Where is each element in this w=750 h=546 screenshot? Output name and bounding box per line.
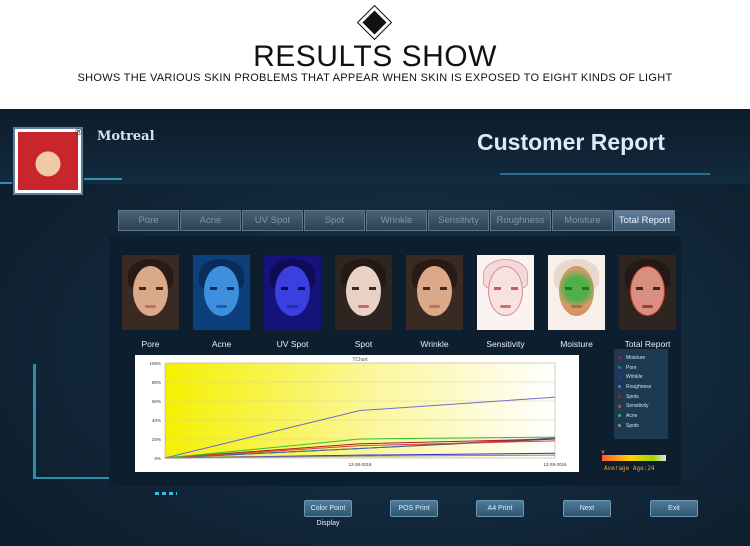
banner-subtitle: SHOWS THE VARIOUS SKIN PROBLEMS THAT APP… — [77, 72, 673, 84]
legend-label: Roughness — [626, 383, 652, 390]
tab-bar: Pore Acne UV Spot Spot Wrinkle Sensitivt… — [118, 210, 675, 231]
exit-button[interactable]: Exit — [650, 500, 698, 517]
y-tick-label: 60% — [152, 399, 161, 404]
face-image — [264, 255, 321, 330]
face-image — [122, 255, 179, 330]
face-label: Wrinkle — [420, 339, 449, 349]
legend-item: Moisture — [618, 353, 664, 363]
face-card-total-report[interactable]: Total Report — [619, 255, 676, 349]
tab-roughness[interactable]: Roughness — [490, 210, 551, 231]
chart-legend: Moisture Pore Wrinkle Roughness Spots Sensiti… — [614, 349, 668, 439]
color-point-display-button[interactable]: Color Point Display — [304, 500, 352, 527]
legend-label: Acne — [626, 412, 638, 419]
banner-title: RESULTS SHOW — [253, 40, 497, 73]
legend-label: Wrinkle — [626, 374, 643, 381]
header-divider — [500, 173, 710, 175]
header-divider — [84, 178, 122, 180]
tab-wrinkle[interactable]: Wrinkle — [366, 210, 427, 231]
face-image — [335, 255, 392, 330]
legend-label: Spots — [626, 422, 639, 429]
y-tick-label: 0% — [154, 456, 161, 461]
legend-swatch — [618, 395, 621, 399]
legend-item: Spots — [618, 392, 664, 402]
legend-item: Sensitivity — [618, 401, 664, 411]
face-label: Sensitivity — [486, 339, 525, 349]
legend-item: Wrinkle — [618, 372, 664, 382]
legend-item: Spots — [618, 421, 664, 431]
legend-swatch — [618, 375, 621, 379]
legend-label: Pore — [626, 364, 637, 371]
report-panel: Pore Acne UV Spot Spot Wrinkle Sensitivi… — [109, 236, 681, 486]
registered-mark: ® — [75, 127, 82, 137]
legend-label: Sensitivity — [626, 403, 649, 410]
y-tick-label: 80% — [152, 380, 161, 385]
face-image — [619, 255, 676, 330]
face-label: Moisture — [560, 339, 593, 349]
a4-print-button[interactable]: A4 Print — [476, 500, 524, 517]
tab-total-report[interactable]: Total Report — [614, 210, 675, 231]
brand-logo: ® — [13, 127, 83, 195]
face-card-moisture[interactable]: Moisture — [548, 255, 605, 349]
face-card-wrinkle[interactable]: Wrinkle — [406, 255, 463, 349]
face-card-pore[interactable]: Pore — [122, 255, 179, 349]
y-tick-label: 40% — [152, 418, 161, 423]
y-tick-label: 20% — [152, 437, 161, 442]
x-tick-label: 12-28-2016 — [543, 462, 567, 467]
brand-name: Motreal — [97, 129, 155, 144]
face-card-uv-spot[interactable]: UV Spot — [264, 255, 321, 349]
legend-swatch — [618, 424, 621, 428]
face-image — [477, 255, 534, 330]
legend-item: Acne — [618, 411, 664, 421]
face-card-acne[interactable]: Acne — [193, 255, 250, 349]
logo-portrait-icon — [18, 132, 78, 190]
tab-spot[interactable]: Spot — [304, 210, 365, 231]
side-accent — [0, 182, 12, 184]
legend-swatch — [618, 414, 621, 418]
tab-pore[interactable]: Pore — [118, 210, 179, 231]
age-scale-bar — [602, 455, 666, 461]
diamond-icon — [356, 4, 393, 41]
face-label: UV Spot — [276, 339, 309, 349]
face-image — [193, 255, 250, 330]
legend-item: Pore — [618, 363, 664, 373]
face-card-spot[interactable]: Spot — [335, 255, 392, 349]
average-age-text: Average Age:24 — [604, 465, 655, 472]
y-tick-label: 100% — [149, 361, 161, 366]
face-label: Total Report — [624, 339, 671, 349]
legend-swatch — [618, 366, 621, 370]
face-image — [548, 255, 605, 330]
legend-label: Moisture — [626, 354, 646, 361]
trend-chart: 100% 80% 60% 40% 20% 0% 12-28-2016 12-28-2016 TC… — [135, 355, 579, 472]
dash-accent — [155, 492, 177, 495]
next-button[interactable]: Next — [563, 500, 611, 517]
tab-uv-spot[interactable]: UV Spot — [242, 210, 303, 231]
legend-item: Roughness — [618, 382, 664, 392]
face-card-sensitivity[interactable]: Sensitivity — [477, 255, 534, 349]
face-image — [406, 255, 463, 330]
pos-print-button[interactable]: POS Print — [390, 500, 438, 517]
chart-title: TChart — [352, 357, 368, 363]
tab-acne[interactable]: Acne — [180, 210, 241, 231]
chart-svg: 100% 80% 60% 40% 20% 0% 12-28-2016 12-28-2016 TC… — [149, 357, 567, 467]
tab-moisture[interactable]: Moisture — [552, 210, 613, 231]
report-title: Customer Report — [477, 129, 665, 155]
page: RESULTS SHOW SHOWS THE VARIOUS SKIN PROB… — [0, 0, 750, 546]
face-label: Spot — [354, 339, 373, 349]
face-label: Pore — [141, 339, 160, 349]
legend-swatch — [618, 404, 621, 408]
legend-swatch — [618, 356, 621, 360]
app-window: ® Motreal Customer Report Pore Acne UV S… — [0, 109, 750, 546]
legend-label: Spots — [626, 393, 639, 400]
face-gallery: Pore Acne UV Spot Spot Wrinkle Sensitivi… — [122, 255, 676, 349]
face-label: Acne — [211, 339, 232, 349]
tab-sensitivity[interactable]: Sensitivty — [428, 210, 489, 231]
side-accent — [33, 364, 36, 479]
legend-swatch — [618, 385, 621, 389]
x-tick-label: 12-28-2016 — [348, 462, 372, 467]
